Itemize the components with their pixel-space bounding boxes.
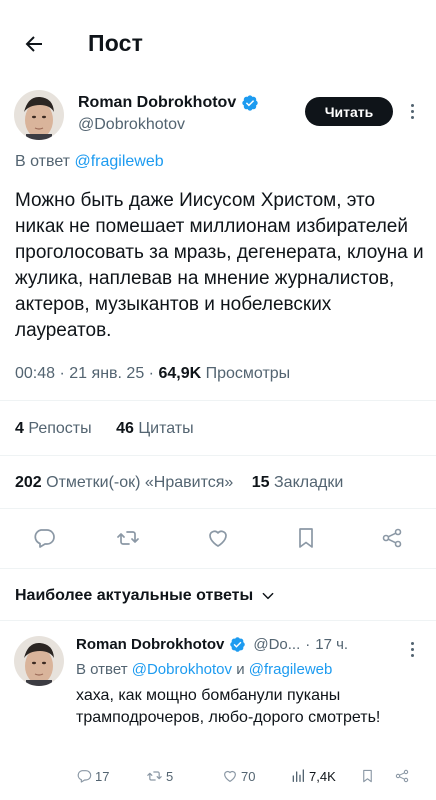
reply-actions: 17 5 70 7,4K xyxy=(74,768,424,792)
bookmark-icon xyxy=(299,528,313,548)
share-icon xyxy=(395,769,409,783)
reposts-count: 4 xyxy=(15,420,24,437)
repost-icon xyxy=(147,771,162,781)
reply-likes-count: 70 xyxy=(241,768,256,784)
comment-icon xyxy=(77,770,92,783)
sort-replies-dropdown[interactable]: Наиболее актуальные ответы xyxy=(15,587,275,605)
reply-share-button[interactable] xyxy=(394,768,410,784)
repost-button[interactable] xyxy=(112,520,144,556)
tweet-actions xyxy=(0,520,436,556)
divider xyxy=(0,400,436,401)
bookmark-icon xyxy=(363,769,372,783)
share-icon xyxy=(382,528,402,548)
divider xyxy=(0,508,436,509)
sort-replies-label: Наиболее актуальные ответы xyxy=(15,587,254,604)
views-label: Просмотры xyxy=(205,365,291,382)
reply-handle[interactable]: @Do... xyxy=(253,636,300,653)
likes-label: Отметки(-ок) «Нравится» xyxy=(46,474,234,491)
reply-time[interactable]: 17 ч. xyxy=(315,636,348,653)
like-button[interactable] xyxy=(202,520,234,556)
author-name[interactable]: Roman Dobrokhotov xyxy=(78,94,259,112)
verified-badge-icon xyxy=(230,637,246,652)
reply-like-button[interactable]: 70 xyxy=(222,768,255,784)
reply-and-word: и xyxy=(236,661,245,678)
heart-icon xyxy=(209,530,227,547)
reply-views-count: 7,4K xyxy=(309,768,336,784)
likes-bookmarks-row: 202 Отметки(-ок) «Нравится» 15 Закладки xyxy=(15,474,353,492)
bookmarks-count: 15 xyxy=(251,474,270,491)
reply-more-options-icon[interactable] xyxy=(404,636,420,662)
quotes-count: 46 xyxy=(116,420,134,437)
reply-repost-button[interactable]: 5 xyxy=(146,768,173,784)
bookmarks-stat[interactable]: 15 Закладки xyxy=(252,474,344,491)
reply-mention-link[interactable]: @fragileweb xyxy=(74,153,163,170)
divider xyxy=(0,455,436,456)
reply-author-avatar[interactable] xyxy=(14,636,64,686)
views-count: 64,9K xyxy=(158,365,202,382)
reply-to-line: В ответ @fragileweb xyxy=(15,153,164,171)
more-options-icon[interactable] xyxy=(404,98,420,124)
read-button[interactable]: Читать xyxy=(305,97,393,126)
quotes-stat[interactable]: 46 Цитаты xyxy=(116,420,194,437)
author-handle[interactable]: @Dobrokhotov xyxy=(78,116,185,134)
reply-mention-link-1[interactable]: @Dobrokhotov xyxy=(132,661,232,678)
reply-prefix: В ответ xyxy=(76,661,128,678)
divider xyxy=(0,568,436,569)
tweet-time[interactable]: 00:48 xyxy=(15,365,55,382)
likes-stat[interactable]: 202 Отметки(-ок) «Нравится» xyxy=(15,474,233,491)
page-title: Пост xyxy=(88,30,144,56)
back-button[interactable] xyxy=(18,28,50,60)
reposts-stat[interactable]: 4 Репосты xyxy=(15,420,92,437)
reply-comments-count: 17 xyxy=(95,768,110,784)
reply-reposts-count: 5 xyxy=(166,768,174,784)
views-chart-icon xyxy=(292,769,304,782)
reply-mention-link-2[interactable]: @fragileweb xyxy=(249,661,333,678)
author-name-text: Roman Dobrokhotov xyxy=(78,94,237,111)
quotes-label: Цитаты xyxy=(138,420,194,437)
share-button[interactable] xyxy=(376,520,408,556)
author-avatar[interactable] xyxy=(14,90,64,140)
reply-bookmark-button[interactable] xyxy=(360,768,375,784)
chevron-down-icon xyxy=(262,592,274,600)
repost-icon xyxy=(117,531,139,545)
reply-author-name-text: Roman Dobrokhotov xyxy=(76,636,225,653)
reply-text: хаха, как мощно бомбанули пуканы трампод… xyxy=(76,687,381,726)
reply-views-button[interactable]: 7,4K xyxy=(290,768,336,784)
bookmark-button[interactable] xyxy=(290,520,322,556)
reposts-quotes-row: 4 Репосты 46 Цитаты xyxy=(15,420,204,438)
reply-comment-button[interactable]: 17 xyxy=(76,768,109,784)
arrow-left-icon xyxy=(25,36,42,52)
verified-badge-icon xyxy=(242,95,258,111)
reply-author-name[interactable]: Roman Dobrokhotov @Do... · 17 ч. xyxy=(76,636,348,653)
heart-icon xyxy=(224,770,236,782)
reply-reply-to-line: В ответ @Dobrokhotov и @fragileweb xyxy=(76,661,332,678)
divider xyxy=(0,620,436,621)
tweet-meta: 00:48 · 21 янв. 25 · 64,9K Просмотры xyxy=(15,365,291,382)
reposts-label: Репосты xyxy=(28,420,92,437)
tweet-text: Можно быть даже Иисусом Христом, это ник… xyxy=(15,190,424,341)
reply-prefix: В ответ xyxy=(15,153,71,170)
bookmarks-label: Закладки xyxy=(274,474,344,491)
reply-button[interactable] xyxy=(28,520,60,556)
comment-icon xyxy=(34,529,55,548)
tweet-date[interactable]: 21 янв. 25 xyxy=(69,365,144,382)
likes-count: 202 xyxy=(15,474,42,491)
top-bar: Пост xyxy=(0,0,436,88)
